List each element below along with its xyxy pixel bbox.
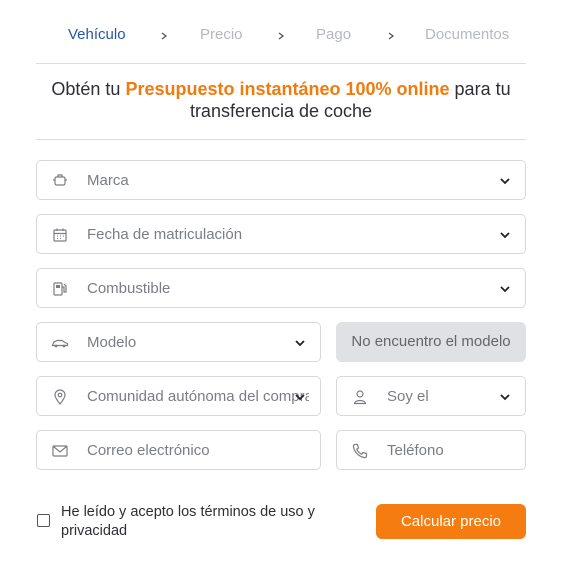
marca-select[interactable]: Marca xyxy=(36,160,526,200)
chevron-down-icon xyxy=(499,175,511,187)
page-headline: Obtén tu Presupuesto instantáneo 100% on… xyxy=(36,78,526,122)
soy-el-label: Soy el xyxy=(387,388,429,405)
email-field[interactable]: Correo electrónico xyxy=(36,430,321,470)
chevron-right-icon xyxy=(387,32,395,40)
car-icon xyxy=(51,334,69,352)
step-pago: Pago xyxy=(316,26,352,43)
phone-placeholder: Teléfono xyxy=(387,442,444,459)
divider xyxy=(36,139,526,140)
combustible-select[interactable]: Combustible xyxy=(36,268,526,308)
email-placeholder: Correo electrónico xyxy=(87,442,210,459)
comunidad-label: Comunidad autónoma del compra xyxy=(87,388,309,405)
chevron-right-icon xyxy=(277,32,285,40)
step-vehiculo[interactable]: Vehículo xyxy=(68,26,126,43)
calendar-icon xyxy=(51,226,69,244)
terms-checkbox[interactable] xyxy=(37,514,50,527)
soy-el-select[interactable]: Soy el xyxy=(336,376,526,416)
step-precio: Precio xyxy=(200,26,243,43)
chevron-right-icon xyxy=(160,32,168,40)
user-icon xyxy=(351,388,369,406)
envelope-icon xyxy=(51,442,69,460)
divider xyxy=(36,63,526,64)
step-documentos: Documentos xyxy=(425,26,510,43)
chevron-down-icon xyxy=(294,337,306,349)
fuel-pump-icon xyxy=(51,280,69,298)
terms-prefix: He leído y acepto los xyxy=(61,504,201,520)
calcular-precio-button[interactable]: Calcular precio xyxy=(376,504,526,539)
phone-icon xyxy=(351,442,369,460)
terms-text: He leído y acepto los términos de uso y … xyxy=(61,503,331,541)
chevron-down-icon xyxy=(499,283,511,295)
modelo-select[interactable]: Modelo xyxy=(36,322,321,362)
combustible-label: Combustible xyxy=(87,280,171,297)
modelo-label: Modelo xyxy=(87,334,137,351)
no-encuentro-modelo-button[interactable]: No encuentro el modelo xyxy=(336,322,526,362)
comunidad-autonoma-select[interactable]: Comunidad autónoma del compra xyxy=(36,376,321,416)
marca-label: Marca xyxy=(87,172,129,189)
location-pin-icon xyxy=(51,388,69,406)
chevron-down-icon xyxy=(294,391,306,403)
progress-stepper: Vehículo Precio Pago Documentos xyxy=(36,22,526,50)
phone-field[interactable]: Teléfono xyxy=(336,430,526,470)
chevron-down-icon xyxy=(499,391,511,403)
fecha-matriculacion-select[interactable]: Fecha de matriculación xyxy=(36,214,526,254)
headline-prefix: Obtén tu xyxy=(51,79,126,99)
chevron-down-icon xyxy=(499,229,511,241)
engine-icon xyxy=(51,172,69,190)
headline-highlight: Presupuesto instantáneo 100% online xyxy=(125,79,450,99)
fecha-label: Fecha de matriculación xyxy=(87,226,243,243)
